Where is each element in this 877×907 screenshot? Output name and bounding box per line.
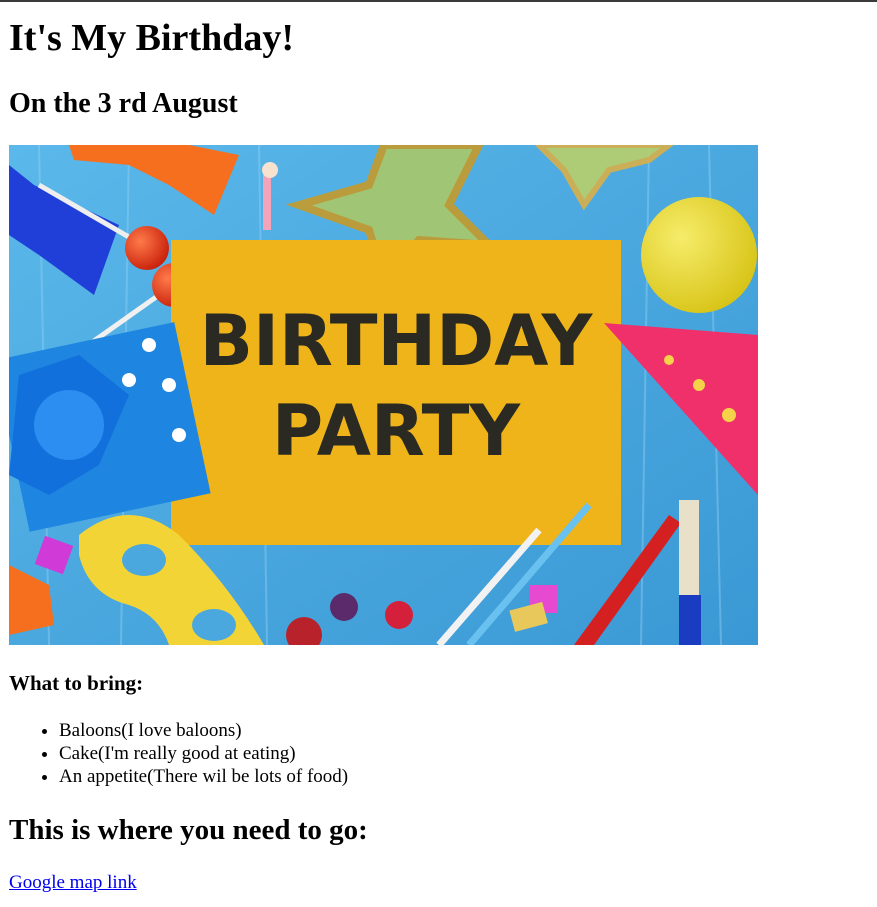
google-map-link[interactable]: Google map link [9,872,137,894]
image-text-line2: PARTY [272,390,522,472]
birthday-party-image: BIRTHDAY PARTY [9,145,758,645]
bring-list: Baloons(I love baloons) Cake(I'm really … [9,719,348,788]
date-heading: On the 3 rd August [9,88,238,119]
list-item: Baloons(I love baloons) [59,719,348,742]
bring-heading: What to bring: [9,671,144,695]
where-heading: This is where you need to go: [9,814,368,846]
image-text-line1: BIRTHDAY [200,300,594,382]
page-title: It's My Birthday! [9,17,294,59]
list-item: An appetite(There wil be lots of food) [59,765,348,788]
list-item: Cake(I'm really good at eating) [59,742,348,765]
